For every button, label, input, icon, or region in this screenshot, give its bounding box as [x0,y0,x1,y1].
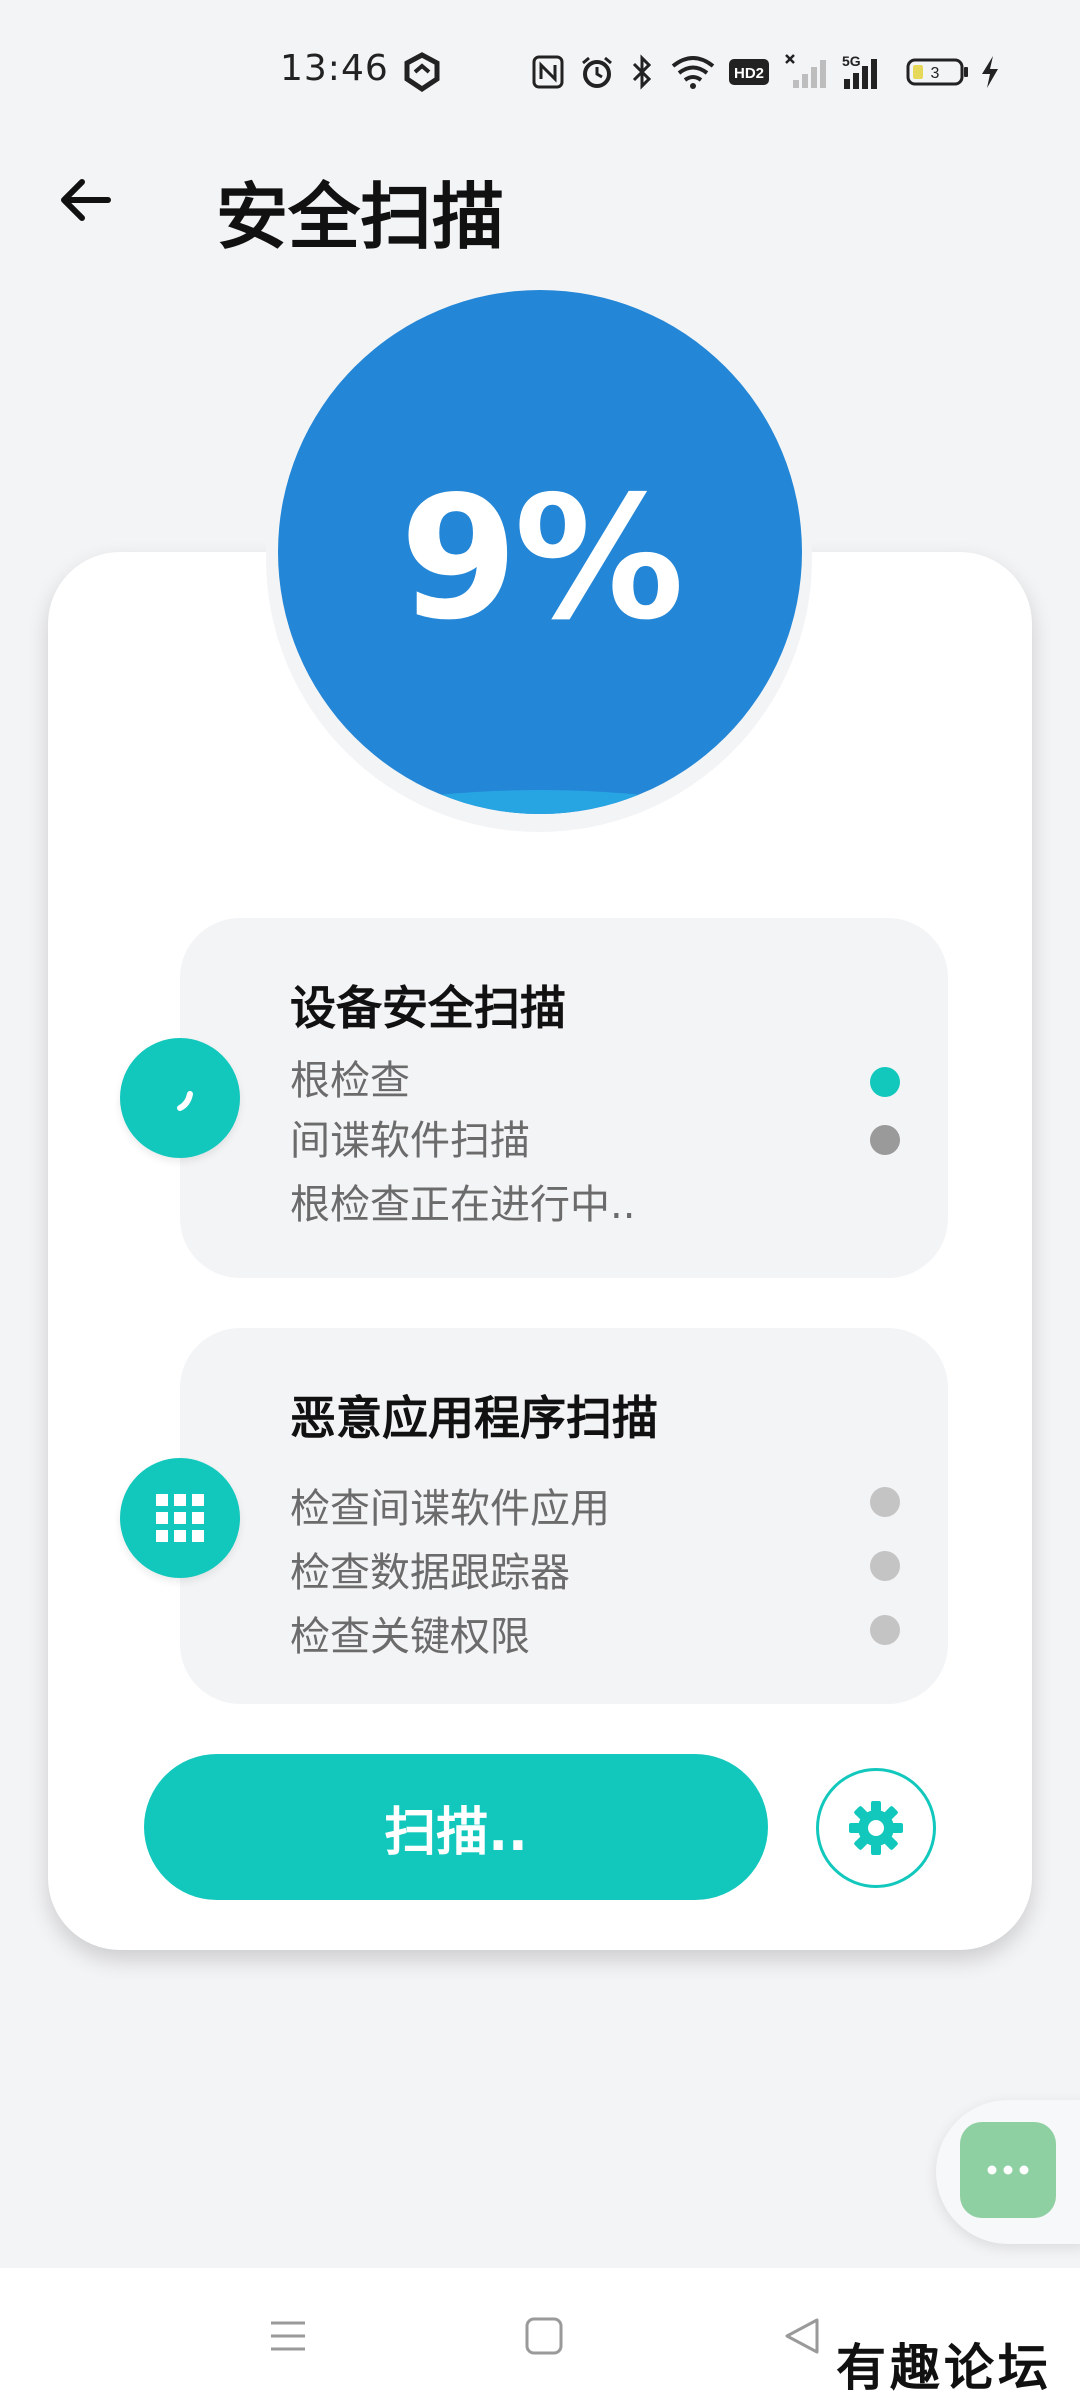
alarm-icon [578,52,616,92]
home-square-icon [525,2317,563,2355]
back-nav-button[interactable] [772,2306,832,2366]
status-dot-pending [870,1487,900,1517]
charging-icon [978,52,1002,92]
status-time: 13:46 [280,48,389,89]
bluetooth-icon [628,52,656,92]
progress-circle: 9% [278,290,802,814]
status-dot-active [870,1067,900,1097]
arrow-left-icon [61,179,111,221]
svg-text:HD2: HD2 [734,65,764,82]
nfc-icon [530,52,566,92]
malicious-apps-section: 恶意应用程序扫描 检查间谍软件应用 检查数据跟踪器 检查关键权限 [180,1328,948,1704]
menu-button[interactable] [258,2306,318,2366]
check-item-label: 检查间谍软件应用 [290,1486,610,1532]
scan-button-label: 扫描.. [384,1802,528,1863]
back-button[interactable] [44,160,124,240]
status-dot-pending [870,1615,900,1645]
spinner-icon [177,1091,193,1111]
check-item-label: 间谍软件扫描 [290,1118,530,1164]
wifi-icon [668,52,718,92]
progress-percent: 9% [399,460,685,658]
check-item-label: 根检查 [290,1058,410,1104]
check-item-label: 检查关键权限 [290,1614,530,1660]
section-status-text: 根检查正在进行中.. [290,1182,636,1228]
home-button[interactable] [514,2306,574,2366]
screen: 13:46 HD2 5G 3 安全扫描 9% 设备安全扫描 根检查 间谍软件扫描… [0,0,1080,2400]
back-triangle-icon [785,2318,819,2354]
app-shield-icon [400,52,444,92]
status-dot-pending [870,1125,900,1155]
check-item-label: 检查数据跟踪器 [290,1550,570,1596]
apps-grid-badge [120,1458,240,1578]
page-title: 安全扫描 [216,175,505,259]
svg-text:5G: 5G [842,53,861,69]
section-title: 设备安全扫描 [290,981,566,1035]
hd-icon: HD2 [728,52,770,92]
gear-icon [849,1801,903,1855]
battery-icon: 3 [906,52,970,92]
settings-button[interactable] [816,1768,936,1888]
status-bar: 13:46 HD2 5G 3 [0,0,1080,140]
section-title: 恶意应用程序扫描 [290,1391,658,1445]
5g-signal-icon: 5G [842,52,888,92]
apps-grid-icon [156,1494,204,1542]
device-security-section: 设备安全扫描 根检查 间谍软件扫描 根检查正在进行中.. [180,918,948,1278]
watermark-logo: 有趣论坛 [836,2338,1052,2397]
more-button[interactable] [960,2122,1056,2218]
svg-text:3: 3 [931,65,940,82]
scan-button[interactable]: 扫描.. [144,1754,768,1900]
more-dots-icon [987,2165,1029,2175]
no-signal-icon [784,52,828,92]
status-dot-pending [870,1551,900,1581]
spinner-badge [120,1038,240,1158]
menu-icon [271,2321,305,2351]
